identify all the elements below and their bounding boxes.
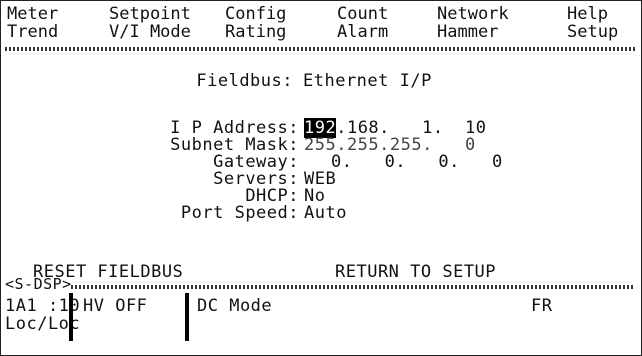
port-speed-label: Port Speed: bbox=[180, 203, 299, 223]
menu-label-config[interactable]: Config bbox=[225, 5, 315, 23]
menu-item-config-rating[interactable]: Config Rating bbox=[225, 5, 315, 41]
menu-item-count-alarm[interactable]: Count Alarm bbox=[337, 5, 427, 41]
menu-label-count[interactable]: Count bbox=[337, 5, 427, 23]
gateway-value[interactable]: 0. 0. 0. 0 bbox=[331, 153, 503, 171]
menu-item-meter-trend[interactable]: Meter Trend bbox=[7, 5, 97, 41]
menu-item-network-hammer[interactable]: Network Hammer bbox=[437, 5, 527, 41]
menu-divider bbox=[5, 47, 635, 51]
hv-status: HV OFF bbox=[83, 296, 148, 316]
status-separator-1 bbox=[69, 293, 73, 341]
port-speed-value[interactable]: Auto bbox=[304, 204, 347, 222]
status-divider bbox=[71, 285, 635, 289]
menu-label-meter[interactable]: Meter bbox=[7, 5, 97, 23]
sdsp-indicator: <S-DSP> bbox=[5, 275, 72, 293]
menu-label-hammer[interactable]: Hammer bbox=[437, 23, 527, 41]
menu-label-setup[interactable]: Setup bbox=[567, 23, 637, 41]
return-to-setup-button[interactable]: RETURN TO SETUP bbox=[335, 263, 496, 281]
drive-display-screen: Meter Trend Setpoint V/I Mode Config Rat… bbox=[0, 0, 642, 356]
menu-item-help-setup[interactable]: Help Setup bbox=[567, 5, 637, 41]
menu-label-help[interactable]: Help bbox=[567, 5, 637, 23]
status-separator-2 bbox=[185, 293, 189, 341]
fieldbus-value: Ethernet I/P bbox=[303, 71, 432, 91]
mode-status: DC Mode bbox=[197, 296, 273, 316]
fr-status: FR bbox=[531, 296, 553, 316]
menu-label-setpoint[interactable]: Setpoint bbox=[109, 5, 199, 23]
fieldbus-label: Fieldbus: bbox=[196, 71, 293, 91]
menu-label-vi-mode[interactable]: V/I Mode bbox=[109, 23, 199, 41]
menu-label-alarm[interactable]: Alarm bbox=[337, 23, 427, 41]
menu-label-trend[interactable]: Trend bbox=[7, 23, 97, 41]
menu-label-rating[interactable]: Rating bbox=[225, 23, 315, 41]
menu-item-setpoint-vimode[interactable]: Setpoint V/I Mode bbox=[109, 5, 199, 41]
menu-label-network[interactable]: Network bbox=[437, 5, 527, 23]
